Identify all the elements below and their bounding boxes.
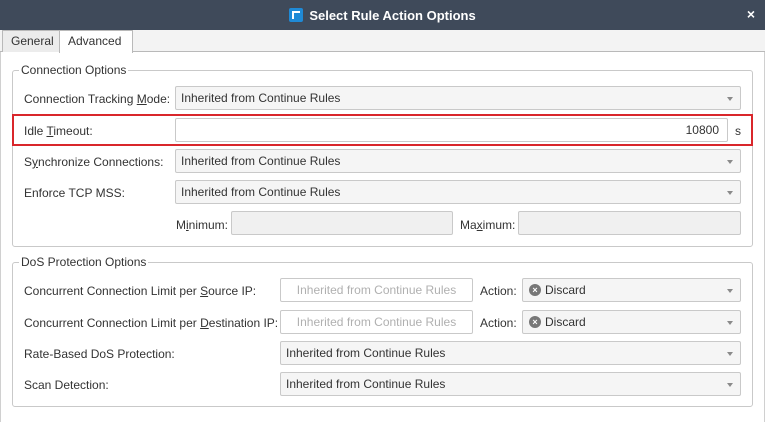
tab-general[interactable]: General [2, 30, 60, 52]
rate-based-select[interactable]: Inherited from Continue Rules [280, 341, 741, 365]
synchronize-label: Synchronize Connections: [24, 155, 164, 169]
maximum-input[interactable] [518, 211, 741, 235]
chevron-down-icon [727, 160, 733, 164]
chevron-down-icon [727, 352, 733, 356]
dest-action-select[interactable]: × Discard [522, 310, 741, 334]
idle-timeout-label: Idle Timeout: [24, 124, 93, 138]
chevron-down-icon [727, 321, 733, 325]
rate-based-label: Rate-Based DoS Protection: [24, 347, 175, 361]
tracking-mode-label: Connection Tracking Mode: [24, 92, 171, 106]
tcp-mss-select[interactable]: Inherited from Continue Rules [175, 180, 741, 204]
tab-bar: General Advanced [0, 30, 765, 53]
minimum-label: Minimum: [176, 218, 229, 232]
title-bar: Select Rule Action Options × [0, 0, 765, 30]
chevron-down-icon [727, 191, 733, 195]
connection-options-legend: Connection Options [19, 63, 129, 77]
chevron-down-icon [727, 383, 733, 387]
tcp-mss-label: Enforce TCP MSS: [24, 186, 125, 200]
dos-options-legend: DoS Protection Options [19, 255, 149, 269]
tracking-mode-select[interactable]: Inherited from Continue Rules [175, 86, 741, 110]
scan-detection-label: Scan Detection: [24, 378, 109, 392]
minimum-input[interactable] [231, 211, 453, 235]
close-icon[interactable]: × [743, 6, 759, 22]
source-action-label: Action: [480, 284, 517, 298]
tab-advanced[interactable]: Advanced [59, 30, 133, 53]
dest-action-label: Action: [480, 316, 517, 330]
idle-timeout-unit: s [735, 124, 741, 138]
scan-detection-select[interactable]: Inherited from Continue Rules [280, 372, 741, 396]
discard-icon: × [529, 284, 541, 296]
discard-icon: × [529, 316, 541, 328]
source-action-select[interactable]: × Discard [522, 278, 741, 302]
source-limit-label: Concurrent Connection Limit per Source I… [24, 284, 257, 298]
idle-timeout-input[interactable]: 10800 [175, 118, 728, 142]
left-edge [0, 52, 1, 422]
synchronize-select[interactable]: Inherited from Continue Rules [175, 149, 741, 173]
source-limit-input[interactable]: Inherited from Continue Rules [280, 278, 473, 302]
app-logo-icon [289, 8, 304, 22]
chevron-down-icon [727, 97, 733, 101]
window-title: Select Rule Action Options [309, 7, 476, 23]
maximum-label: Maximum: [460, 218, 516, 232]
dest-limit-label: Concurrent Connection Limit per Destinat… [24, 316, 279, 330]
chevron-down-icon [727, 289, 733, 293]
dest-limit-input[interactable]: Inherited from Continue Rules [280, 310, 473, 334]
